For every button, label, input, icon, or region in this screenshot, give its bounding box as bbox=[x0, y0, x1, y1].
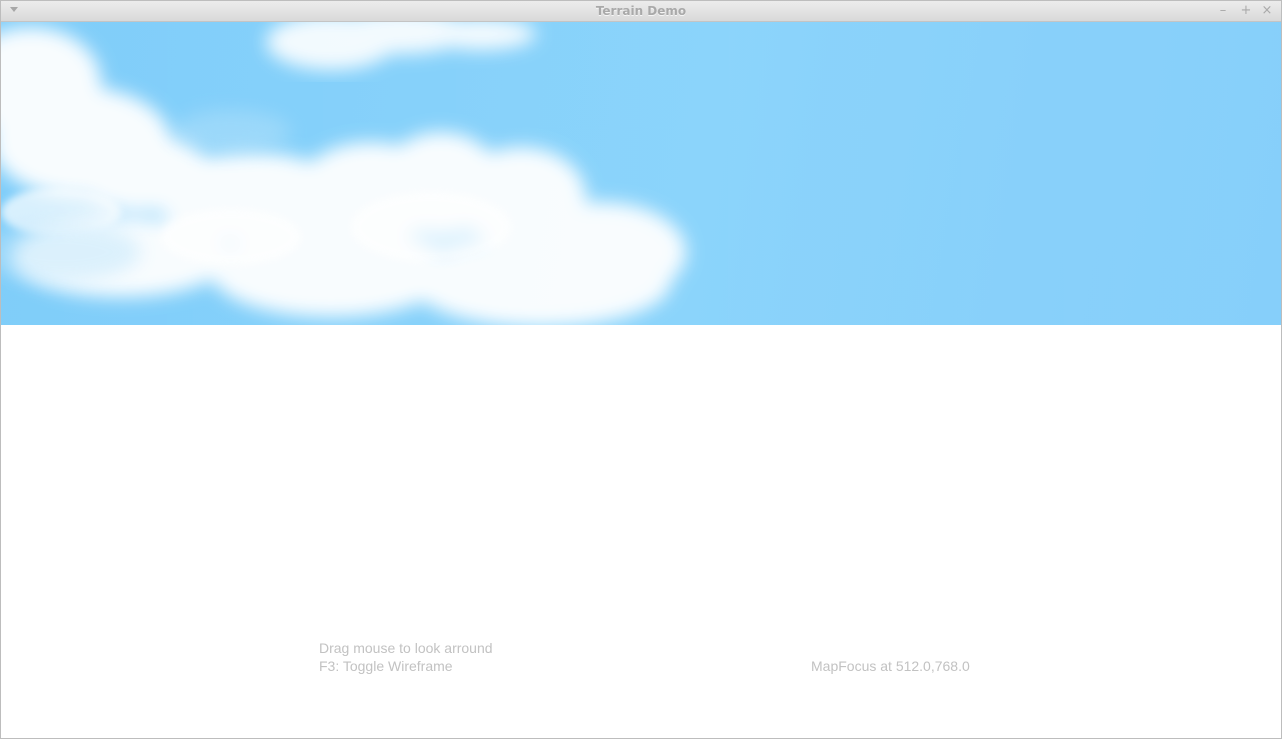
title-bar[interactable]: Terrain Demo – + × bbox=[1, 1, 1281, 22]
app-window: Terrain Demo – + × Drag mouse to look ar… bbox=[0, 0, 1282, 739]
minimize-icon[interactable]: – bbox=[1215, 3, 1231, 19]
skybox bbox=[1, 22, 1281, 325]
clouds bbox=[1, 22, 1281, 325]
hint-look-text: Drag mouse to look arround bbox=[319, 640, 493, 656]
map-focus-readout: MapFocus at 512.0,768.0 bbox=[811, 658, 970, 674]
window-title: Terrain Demo bbox=[595, 4, 687, 18]
maximize-icon[interactable]: + bbox=[1238, 3, 1254, 19]
render-viewport[interactable]: Drag mouse to look arround F3: Toggle Wi… bbox=[1, 22, 1281, 738]
hint-wireframe-text: F3: Toggle Wireframe bbox=[319, 658, 453, 674]
close-icon[interactable]: × bbox=[1259, 3, 1275, 19]
